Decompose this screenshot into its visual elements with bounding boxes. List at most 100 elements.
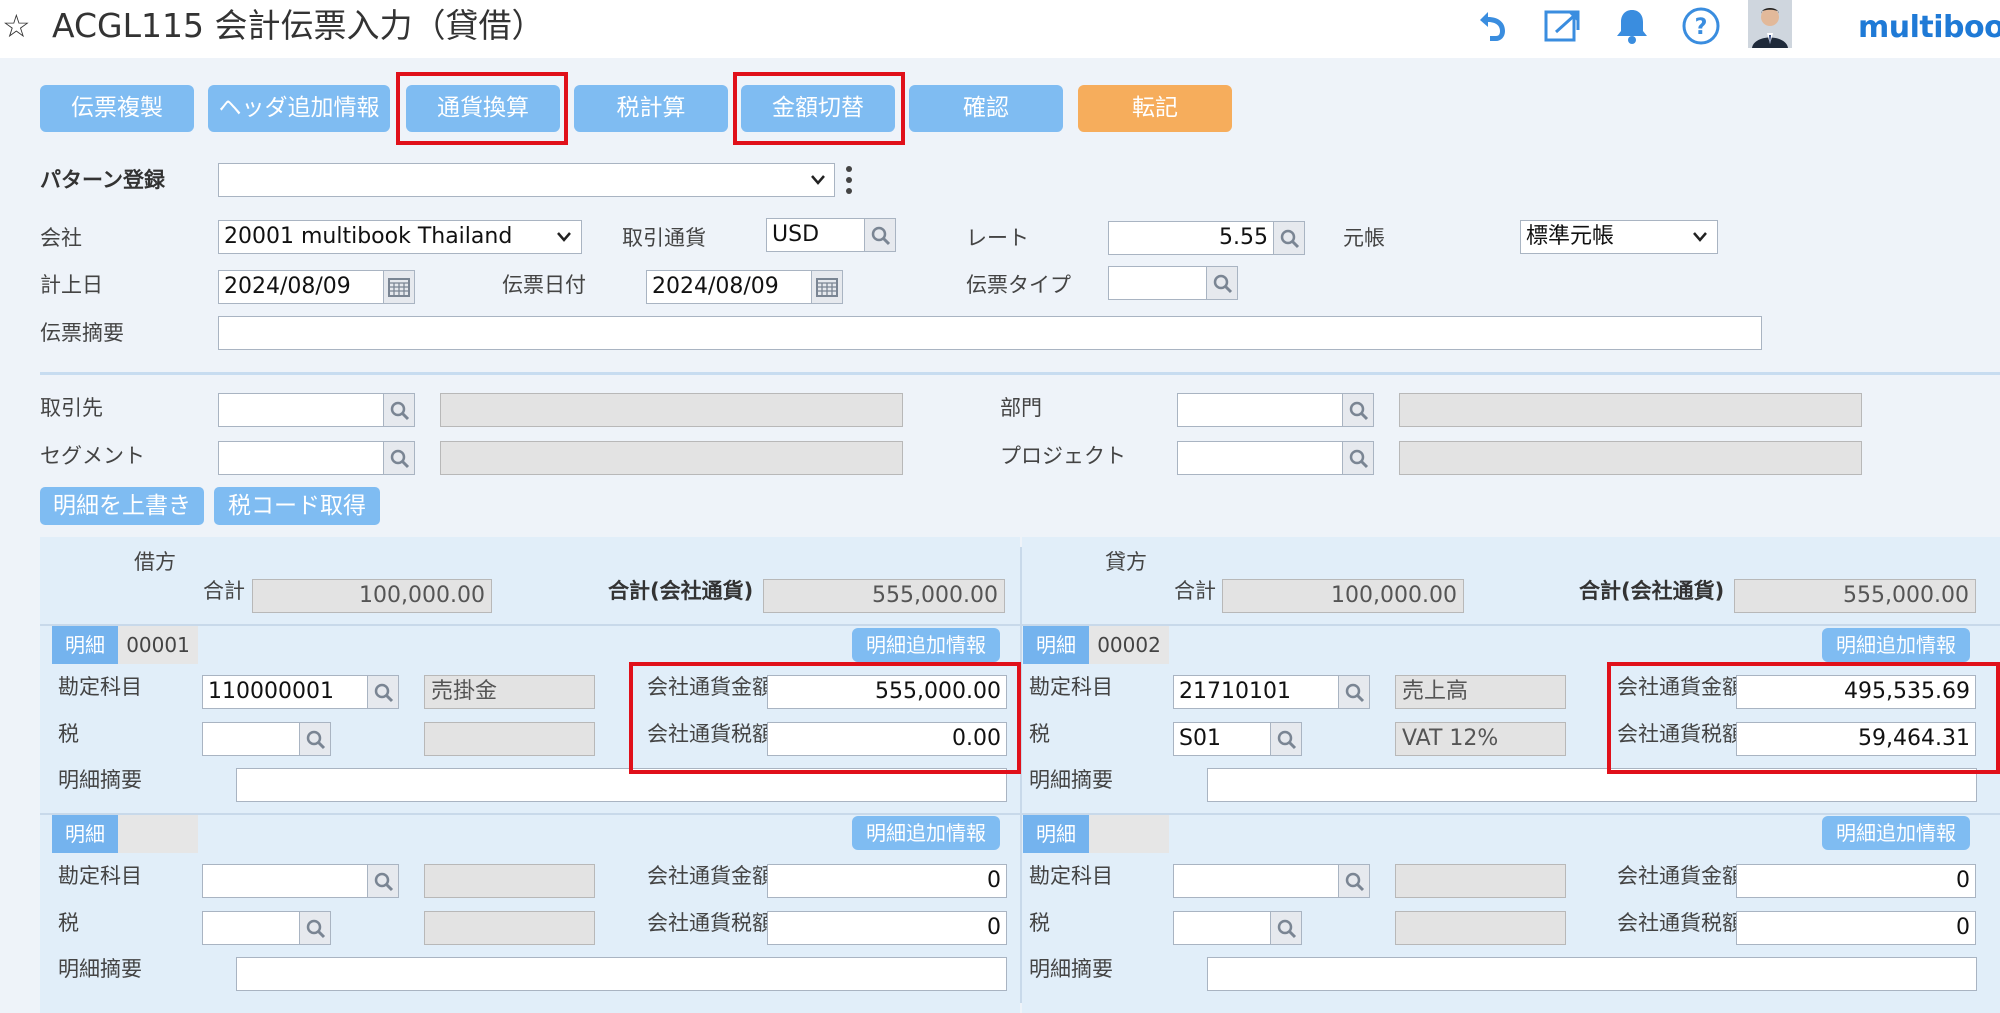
tax-name-display	[424, 911, 595, 945]
page-title: ACGL115 会計伝票入力（貸借）	[52, 6, 545, 45]
line-number	[118, 815, 198, 853]
header-extra-info-button[interactable]: ヘッダ追加情報	[208, 85, 390, 132]
line-extra-info-button[interactable]: 明細追加情報	[852, 628, 1000, 662]
search-icon[interactable]	[1270, 911, 1302, 945]
tax-label: 税	[58, 722, 79, 746]
overwrite-lines-button[interactable]: 明細を上書き	[40, 487, 204, 525]
partner-name-display	[440, 393, 903, 427]
company-select[interactable]: 20001 multibook Thailand	[218, 220, 582, 254]
debit-total-company-value: 555,000.00	[763, 579, 1005, 613]
account-name-display: 売掛金	[424, 675, 595, 709]
company-tax-amount-label: 会社通貨税額	[1617, 911, 1743, 935]
calendar-icon[interactable]	[383, 270, 415, 304]
line-number: 00001	[118, 626, 198, 664]
tax-name-display	[1395, 911, 1566, 945]
line-extra-info-button[interactable]: 明細追加情報	[852, 816, 1000, 850]
account-name-display	[424, 864, 595, 898]
search-icon[interactable]	[1270, 722, 1302, 756]
search-icon[interactable]	[367, 675, 399, 709]
company-tax-amount-label: 会社通貨税額	[647, 911, 773, 935]
project-field[interactable]	[1177, 441, 1343, 475]
search-icon[interactable]	[367, 864, 399, 898]
posting-date-field[interactable]: 2024/08/09	[218, 270, 384, 304]
company-tax-amount-field[interactable]: 0	[767, 911, 1007, 945]
search-icon[interactable]	[1273, 221, 1305, 255]
pattern-select[interactable]	[218, 163, 835, 197]
search-icon[interactable]	[1206, 266, 1238, 300]
account-name-display: 売上高	[1395, 675, 1566, 709]
project-name-display	[1399, 441, 1862, 475]
segment-name-display	[440, 441, 903, 475]
line-extra-info-button[interactable]: 明細追加情報	[1822, 628, 1970, 662]
account-field[interactable]: 110000001	[202, 675, 368, 709]
chevron-down-icon	[557, 232, 571, 242]
search-icon[interactable]	[383, 393, 415, 427]
tax-field[interactable]: S01	[1173, 722, 1271, 756]
line-number: 00002	[1089, 626, 1169, 664]
credit-total-label: 合計	[1174, 579, 1216, 603]
search-icon[interactable]	[1342, 393, 1374, 427]
company-tax-amount-field[interactable]: 0	[1736, 911, 1976, 945]
account-field[interactable]: 21710101	[1173, 675, 1339, 709]
credit-total-company-value: 555,000.00	[1734, 579, 1976, 613]
ledger-select[interactable]: 標準元帳	[1520, 220, 1718, 254]
post-button[interactable]: 転記	[1078, 85, 1232, 132]
help-icon[interactable]: ?	[1679, 4, 1723, 48]
tax-name-display	[424, 722, 595, 756]
currency-label: 取引通貨	[622, 226, 706, 250]
credit-total-company-label: 合計(会社通貨)	[1579, 579, 1725, 603]
calendar-icon[interactable]	[811, 270, 843, 304]
user-avatar[interactable]	[1748, 0, 1792, 48]
bell-icon[interactable]	[1610, 4, 1654, 48]
star-icon[interactable]: ☆	[2, 8, 31, 44]
line-extra-info-button[interactable]: 明細追加情報	[1822, 816, 1970, 850]
brand-logo: multibook	[1858, 10, 2000, 45]
external-link-icon[interactable]	[1540, 4, 1584, 48]
voucher-date-field[interactable]: 2024/08/09	[646, 270, 812, 304]
line-tag: 明細	[52, 815, 118, 853]
tax-field[interactable]	[202, 722, 300, 756]
company-amount-label: 会社通貨金額	[1617, 864, 1743, 888]
account-field[interactable]	[1173, 864, 1339, 898]
project-label: プロジェクト	[1000, 444, 1126, 468]
tax-field[interactable]	[202, 911, 300, 945]
svg-text:?: ?	[1695, 15, 1708, 40]
search-icon[interactable]	[1338, 864, 1370, 898]
tax-field[interactable]	[1173, 911, 1271, 945]
search-icon[interactable]	[864, 218, 896, 252]
app-header: ☆ ACGL115 会計伝票入力（貸借） ? multibook	[0, 0, 2000, 58]
credit-total-value: 100,000.00	[1222, 579, 1464, 613]
more-options-icon[interactable]	[843, 164, 855, 196]
tax-calc-button[interactable]: 税計算	[574, 85, 728, 132]
section-divider	[40, 372, 2000, 375]
chevron-down-icon	[1693, 232, 1707, 242]
search-icon[interactable]	[1342, 441, 1374, 475]
department-field[interactable]	[1177, 393, 1343, 427]
currency-field[interactable]: USD	[766, 218, 866, 252]
department-name-display	[1399, 393, 1862, 427]
line-memo-field[interactable]	[1207, 957, 1977, 991]
search-icon[interactable]	[383, 441, 415, 475]
line-number	[1089, 815, 1169, 853]
undo-icon[interactable]	[1470, 4, 1514, 48]
account-label: 勘定科目	[58, 864, 142, 888]
account-field[interactable]	[202, 864, 368, 898]
search-icon[interactable]	[1338, 675, 1370, 709]
rate-field[interactable]: 5.55	[1108, 221, 1274, 255]
search-icon[interactable]	[299, 911, 331, 945]
search-icon[interactable]	[299, 722, 331, 756]
pattern-label: パターン登録	[40, 168, 165, 192]
line-memo-field[interactable]	[236, 957, 1007, 991]
partner-field[interactable]	[218, 393, 384, 427]
get-tax-code-button[interactable]: 税コード取得	[214, 487, 380, 525]
duplicate-voucher-button[interactable]: 伝票複製	[40, 85, 194, 132]
line-tag: 明細	[52, 626, 118, 664]
voucher-type-field[interactable]	[1108, 266, 1207, 300]
account-label: 勘定科目	[1029, 864, 1113, 888]
company-amount-field[interactable]: 0	[1736, 864, 1976, 898]
segment-field[interactable]	[218, 441, 384, 475]
company-amount-field[interactable]: 0	[767, 864, 1007, 898]
confirm-button[interactable]: 確認	[909, 85, 1063, 132]
department-label: 部門	[1000, 396, 1042, 420]
voucher-memo-field[interactable]	[218, 316, 1762, 350]
